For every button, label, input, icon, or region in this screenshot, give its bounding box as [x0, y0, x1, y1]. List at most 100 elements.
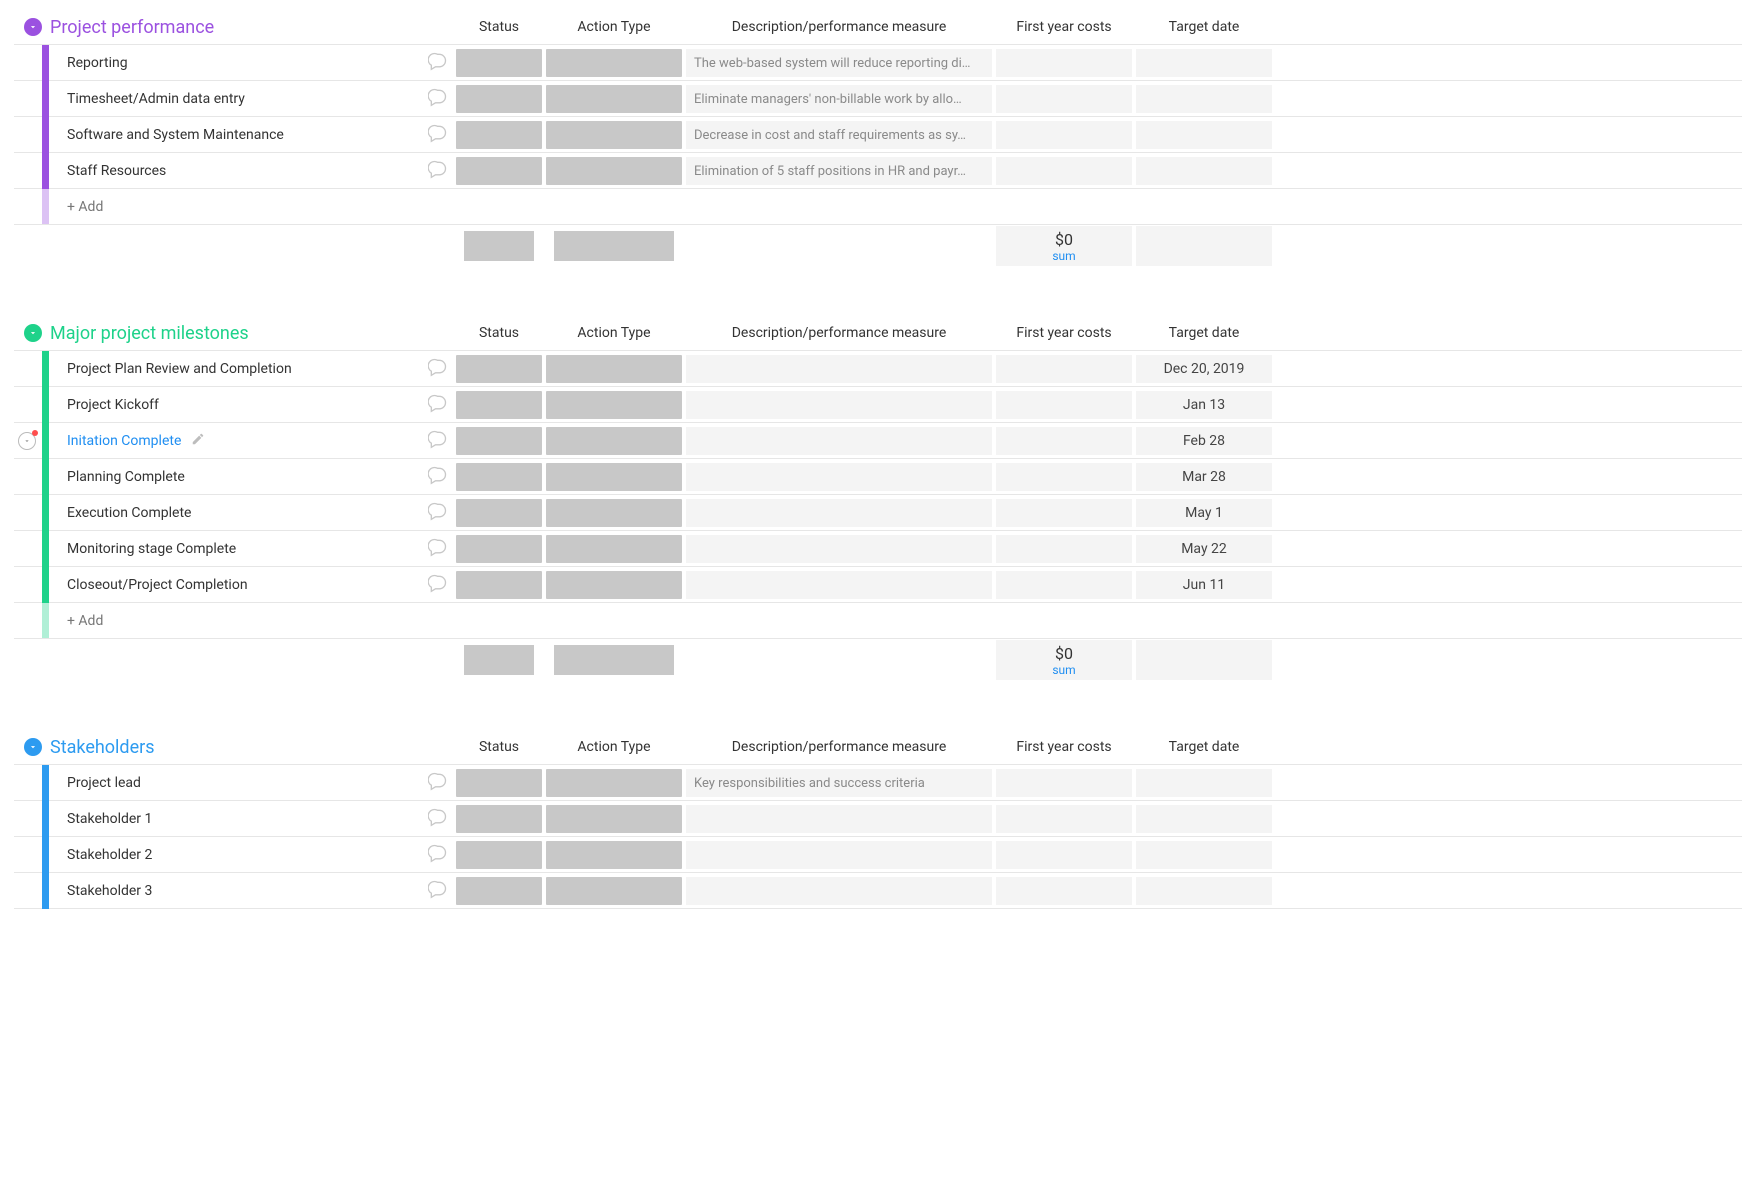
row-name[interactable]: Stakeholder 1	[49, 811, 152, 827]
action-type-cell[interactable]	[546, 463, 682, 491]
col-header-action_type[interactable]: Action Type	[544, 325, 684, 341]
action-type-cell[interactable]	[546, 805, 682, 833]
row-name[interactable]: Initation Complete	[49, 433, 181, 449]
description-cell[interactable]: Eliminate managers' non-billable work by…	[686, 85, 992, 113]
status-cell[interactable]	[456, 427, 542, 455]
comment-icon[interactable]	[428, 537, 448, 561]
description-cell[interactable]	[686, 841, 992, 869]
action-type-cell[interactable]	[546, 391, 682, 419]
target-date-cell[interactable]	[1136, 49, 1272, 77]
col-header-action_type[interactable]: Action Type	[544, 19, 684, 35]
add-row-label[interactable]: + Add	[49, 613, 103, 629]
table-row[interactable]: Closeout/Project Completion Jun 11	[14, 567, 1742, 603]
description-cell[interactable]	[686, 877, 992, 905]
status-cell[interactable]	[456, 841, 542, 869]
action-type-cell[interactable]	[546, 571, 682, 599]
first-year-costs-cell[interactable]	[996, 355, 1132, 383]
add-row[interactable]: + Add	[14, 603, 1742, 639]
action-type-cell[interactable]	[546, 121, 682, 149]
status-cell[interactable]	[456, 49, 542, 77]
comment-icon[interactable]	[428, 501, 448, 525]
col-header-action_type[interactable]: Action Type	[544, 739, 684, 755]
table-row[interactable]: Execution Complete May 1	[14, 495, 1742, 531]
target-date-cell[interactable]	[1136, 85, 1272, 113]
row-name[interactable]: Execution Complete	[49, 505, 191, 521]
first-year-costs-cell[interactable]	[996, 85, 1132, 113]
comment-icon[interactable]	[428, 393, 448, 417]
target-date-cell[interactable]: Jun 11	[1136, 571, 1272, 599]
collapse-icon[interactable]	[24, 18, 42, 36]
row-name[interactable]: Stakeholder 2	[49, 847, 152, 863]
table-row[interactable]: Timesheet/Admin data entryEliminate mana…	[14, 81, 1742, 117]
target-date-cell[interactable]	[1136, 121, 1272, 149]
row-name[interactable]: Staff Resources	[49, 163, 166, 179]
col-header-status[interactable]: Status	[454, 739, 544, 755]
description-cell[interactable]	[686, 463, 992, 491]
table-row[interactable]: Stakeholder 3	[14, 873, 1742, 909]
table-row[interactable]: Stakeholder 1	[14, 801, 1742, 837]
target-date-cell[interactable]: May 22	[1136, 535, 1272, 563]
status-cell[interactable]	[456, 535, 542, 563]
row-name[interactable]: Reporting	[49, 55, 128, 71]
col-header-first_year_costs[interactable]: First year costs	[994, 325, 1134, 341]
comment-icon[interactable]	[428, 87, 448, 111]
action-type-cell[interactable]	[546, 841, 682, 869]
table-row[interactable]: Initation Complete Feb 28	[14, 423, 1742, 459]
first-year-costs-cell[interactable]	[996, 535, 1132, 563]
group-title[interactable]: Stakeholders	[50, 737, 155, 758]
comment-icon[interactable]	[428, 465, 448, 489]
table-row[interactable]: Stakeholder 2	[14, 837, 1742, 873]
action-type-cell[interactable]	[546, 157, 682, 185]
action-type-cell[interactable]	[546, 877, 682, 905]
description-cell[interactable]: The web-based system will reduce reporti…	[686, 49, 992, 77]
target-date-cell[interactable]: May 1	[1136, 499, 1272, 527]
target-date-cell[interactable]: Feb 28	[1136, 427, 1272, 455]
target-date-cell[interactable]	[1136, 841, 1272, 869]
col-header-status[interactable]: Status	[454, 325, 544, 341]
first-year-costs-cell[interactable]	[996, 499, 1132, 527]
description-cell[interactable]	[686, 427, 992, 455]
action-type-cell[interactable]	[546, 355, 682, 383]
comment-icon[interactable]	[428, 51, 448, 75]
status-cell[interactable]	[456, 391, 542, 419]
first-year-costs-cell[interactable]	[996, 841, 1132, 869]
comment-icon[interactable]	[428, 159, 448, 183]
comment-icon[interactable]	[428, 357, 448, 381]
first-year-costs-cell[interactable]	[996, 463, 1132, 491]
target-date-cell[interactable]: Jan 13	[1136, 391, 1272, 419]
description-cell[interactable]: Decrease in cost and staff requirements …	[686, 121, 992, 149]
col-header-target_date[interactable]: Target date	[1134, 19, 1274, 35]
first-year-costs-cell[interactable]	[996, 769, 1132, 797]
row-name[interactable]: Planning Complete	[49, 469, 185, 485]
description-cell[interactable]: Elimination of 5 staff positions in HR a…	[686, 157, 992, 185]
comment-icon[interactable]	[428, 843, 448, 867]
description-cell[interactable]	[686, 571, 992, 599]
status-cell[interactable]	[456, 805, 542, 833]
row-name[interactable]: Project Plan Review and Completion	[49, 361, 292, 377]
first-year-costs-cell[interactable]	[996, 49, 1132, 77]
table-row[interactable]: Planning CompleteMar 28	[14, 459, 1742, 495]
status-cell[interactable]	[456, 121, 542, 149]
status-cell[interactable]	[456, 877, 542, 905]
add-row[interactable]: + Add	[14, 189, 1742, 225]
target-date-cell[interactable]	[1136, 877, 1272, 905]
summary-label[interactable]: sum	[1052, 249, 1075, 263]
row-name[interactable]: Software and System Maintenance	[49, 127, 284, 143]
first-year-costs-cell[interactable]	[996, 121, 1132, 149]
action-type-cell[interactable]	[546, 427, 682, 455]
collapse-icon[interactable]	[24, 738, 42, 756]
col-header-description[interactable]: Description/performance measure	[684, 19, 994, 35]
action-type-cell[interactable]	[546, 535, 682, 563]
col-header-first_year_costs[interactable]: First year costs	[994, 19, 1134, 35]
status-cell[interactable]	[456, 85, 542, 113]
description-cell[interactable]	[686, 499, 992, 527]
pencil-icon[interactable]	[191, 432, 205, 450]
table-row[interactable]: Project leadKey responsibilities and suc…	[14, 765, 1742, 801]
first-year-costs-cell[interactable]	[996, 805, 1132, 833]
comment-icon[interactable]	[428, 429, 448, 453]
row-expand-icon[interactable]	[18, 432, 36, 450]
row-name[interactable]: Project Kickoff	[49, 397, 159, 413]
table-row[interactable]: Reporting The web-based system will reduc…	[14, 45, 1742, 81]
row-name[interactable]: Closeout/Project Completion	[49, 577, 248, 593]
comment-icon[interactable]	[428, 123, 448, 147]
